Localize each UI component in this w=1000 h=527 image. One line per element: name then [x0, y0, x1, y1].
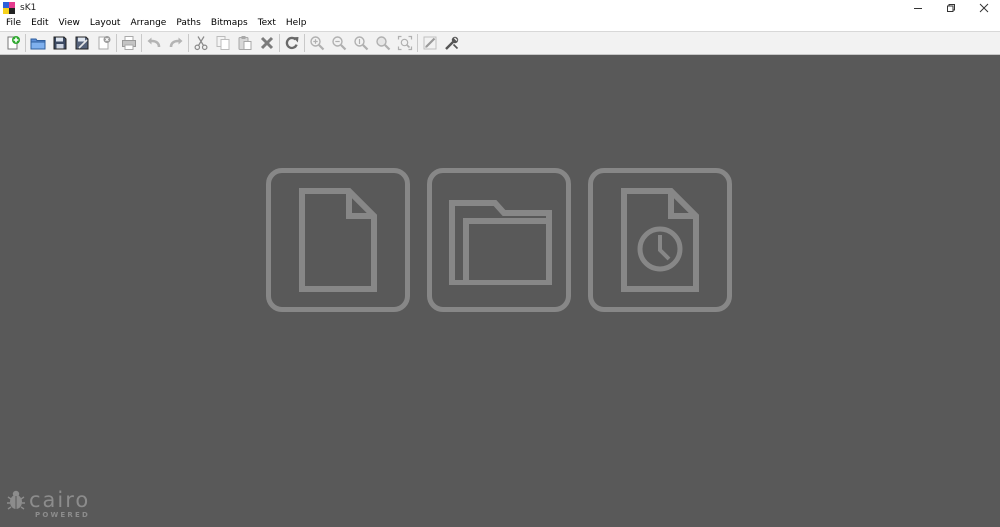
- close-button[interactable]: [967, 0, 1000, 16]
- zoom-100-icon: [354, 36, 369, 51]
- restore-icon: [946, 4, 955, 12]
- menu-bar: File Edit View Layout Arrange Paths Bitm…: [0, 16, 1000, 31]
- toolbar-separator: [141, 34, 142, 52]
- save-as-icon: [75, 36, 89, 50]
- edit-button[interactable]: [419, 32, 441, 54]
- print-icon: [122, 36, 136, 50]
- redo-button[interactable]: [165, 32, 187, 54]
- toolbar-separator: [188, 34, 189, 52]
- minimize-button[interactable]: [901, 0, 934, 16]
- minimize-icon: [913, 8, 922, 9]
- cairo-logo-word: cairo: [29, 488, 91, 512]
- menu-edit[interactable]: Edit: [26, 16, 53, 31]
- save-as-button[interactable]: [71, 32, 93, 54]
- zoom-in-icon: [310, 36, 325, 51]
- toolbar-separator: [304, 34, 305, 52]
- cairo-bug-icon: [7, 490, 25, 510]
- close-document-icon: [98, 36, 111, 50]
- copy-icon: [216, 36, 230, 50]
- title-bar: sK1: [0, 0, 1000, 16]
- redo-icon: [169, 37, 183, 48]
- paste-button[interactable]: [234, 32, 256, 54]
- zoom-page-icon: [397, 35, 413, 51]
- close-document-button[interactable]: [93, 32, 115, 54]
- paste-icon: [238, 36, 252, 50]
- close-icon: [979, 3, 988, 13]
- cut-icon: [194, 36, 208, 51]
- menu-view[interactable]: View: [54, 16, 85, 31]
- toolbar-separator: [25, 34, 26, 52]
- toolbar-separator: [279, 34, 280, 52]
- open-document-tile[interactable]: [427, 168, 571, 312]
- save-button[interactable]: [49, 32, 71, 54]
- refresh-button[interactable]: [281, 32, 303, 54]
- preferences-tools-icon: [445, 36, 459, 50]
- menu-file[interactable]: File: [1, 16, 26, 31]
- zoom-100-button[interactable]: [350, 32, 372, 54]
- undo-button[interactable]: [143, 32, 165, 54]
- menu-paths[interactable]: Paths: [171, 16, 205, 31]
- workspace: cairo POWERED: [0, 55, 1000, 527]
- new-document-button[interactable]: [2, 32, 24, 54]
- toolbar-separator: [417, 34, 418, 52]
- open-button[interactable]: [27, 32, 49, 54]
- zoom-selected-icon: [376, 36, 391, 51]
- delete-icon: [260, 36, 274, 50]
- main-toolbar: [0, 31, 1000, 55]
- cut-button[interactable]: [190, 32, 212, 54]
- menu-layout[interactable]: Layout: [85, 16, 126, 31]
- open-folder-icon: [30, 38, 46, 50]
- refresh-icon: [285, 36, 299, 50]
- zoom-out-icon: [332, 36, 347, 51]
- undo-icon: [147, 37, 161, 48]
- new-document-tile[interactable]: [266, 168, 410, 312]
- window-controls: [901, 0, 1000, 16]
- maximize-button[interactable]: [934, 0, 967, 16]
- delete-button[interactable]: [256, 32, 278, 54]
- zoom-page-button[interactable]: [394, 32, 416, 54]
- menu-help[interactable]: Help: [281, 16, 312, 31]
- zoom-in-button[interactable]: [306, 32, 328, 54]
- menu-text[interactable]: Text: [253, 16, 281, 31]
- cairo-logo-subtitle: POWERED: [35, 511, 90, 519]
- recent-document-icon: [621, 188, 699, 292]
- cairo-powered-logo: cairo POWERED: [6, 489, 90, 520]
- save-icon: [53, 36, 67, 50]
- zoom-out-button[interactable]: [328, 32, 350, 54]
- open-folder-icon: [449, 200, 552, 285]
- new-document-icon: [299, 188, 377, 292]
- menu-bitmaps[interactable]: Bitmaps: [206, 16, 253, 31]
- new-document-icon: [7, 36, 20, 50]
- app-logo-icon: [3, 2, 15, 14]
- zoom-selected-button[interactable]: [372, 32, 394, 54]
- window-title: sK1: [20, 3, 37, 13]
- edit-pen-icon: [423, 36, 437, 50]
- toolbar-separator: [116, 34, 117, 52]
- print-button[interactable]: [118, 32, 140, 54]
- recent-documents-tile[interactable]: [588, 168, 732, 312]
- preferences-button[interactable]: [441, 32, 463, 54]
- copy-button[interactable]: [212, 32, 234, 54]
- menu-arrange[interactable]: Arrange: [125, 16, 171, 31]
